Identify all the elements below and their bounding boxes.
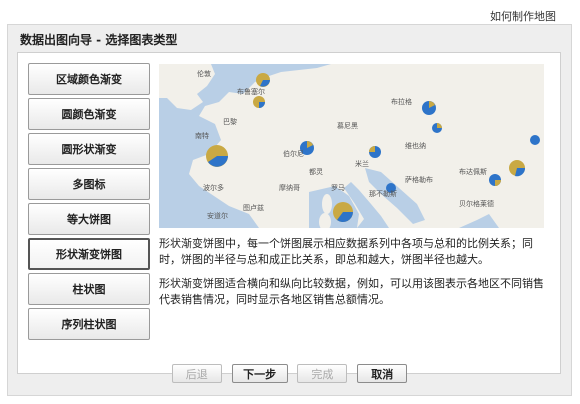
cancel-button[interactable]: 取消: [357, 364, 408, 383]
chart-type-area-color-gradient[interactable]: 区域颜色渐变: [28, 63, 150, 95]
map-label-brussels: 布鲁塞尔: [237, 87, 265, 96]
map-label-naples: 那不勒斯: [369, 189, 397, 198]
pie-london: [256, 73, 270, 87]
map-label-toulouse: 图卢兹: [243, 203, 264, 212]
map-label-rome: 罗马: [331, 184, 345, 192]
pie-vienna: [432, 123, 442, 133]
map-label-munich: 慕尼黑: [337, 121, 358, 130]
pie-brussels: [253, 96, 265, 108]
map-label-monaco: 摩纳哥: [279, 183, 300, 192]
chart-type-sequence-bar[interactable]: 序列柱状图: [28, 308, 150, 340]
chart-type-shape-gradient-pie[interactable]: 形状渐变饼图: [28, 238, 150, 270]
chart-type-multi-icon[interactable]: 多图标: [28, 168, 150, 200]
map-label-belgrade: 贝尔格莱德: [459, 199, 494, 208]
map-label-budapest: 布达佩斯: [459, 167, 487, 176]
pie-paris: [206, 145, 228, 167]
description-paragraph-2: 形状渐变饼图适合横向和纵向比较数据，例如，可以用该图表示各地区不同销售代表销售情…: [159, 277, 544, 306]
europe-map-preview: 伦敦 布鲁塞尔 巴黎 南特 波尔多 图卢兹 布拉格 维也纳 慕尼黑 伯尔尼 米兰…: [159, 64, 544, 228]
land-corsica: [322, 194, 332, 214]
dialog-title: 数据出图向导 - 选择图表类型: [20, 33, 178, 47]
chart-preview-map: 伦敦 布鲁塞尔 巴黎 南特 波尔多 图卢兹 布拉格 维也纳 慕尼黑 伯尔尼 米兰…: [159, 64, 544, 228]
map-label-turin: 都灵: [309, 168, 323, 176]
chart-type-description: 形状渐变饼图中，每一个饼图展示相应数据系列中各项与总和的比例关系；同时，饼图的半…: [159, 236, 549, 316]
chart-wizard-dialog: 数据出图向导 - 选择图表类型 区域颜色渐变 圆颜色渐变 圆形状渐变 多图标 等…: [7, 24, 572, 396]
pie-bucharest: [530, 135, 540, 145]
chart-type-equal-pie[interactable]: 等大饼图: [28, 203, 150, 235]
map-label-prague: 布拉格: [391, 97, 412, 106]
description-paragraph-1: 形状渐变饼图中，每一个饼图展示相应数据系列中各项与总和的比例关系；同时，饼图的半…: [159, 237, 533, 266]
map-label-nantes: 南特: [195, 131, 209, 140]
pie-munich: [369, 146, 381, 158]
chart-type-list: 区域颜色渐变 圆颜色渐变 圆形状渐变 多图标 等大饼图 形状渐变饼图 柱状图 序…: [28, 63, 152, 343]
next-button[interactable]: 下一步: [231, 364, 288, 383]
pie-prague: [422, 101, 436, 115]
chart-type-circle-color-gradient[interactable]: 圆颜色渐变: [28, 98, 150, 130]
wizard-nav-bar: 后退 下一步 完成 取消: [8, 364, 571, 383]
how-to-make-map-link[interactable]: 如何制作地图: [490, 8, 556, 24]
map-label-andorra: 安道尔: [207, 211, 228, 220]
finish-button[interactable]: 完成: [297, 364, 348, 383]
chart-type-circle-shape-gradient[interactable]: 圆形状渐变: [28, 133, 150, 165]
pie-rome: [333, 202, 353, 222]
wizard-content-panel: 区域颜色渐变 圆颜色渐变 圆形状渐变 多图标 等大饼图 形状渐变饼图 柱状图 序…: [17, 52, 561, 374]
map-label-bern: 伯尔尼: [283, 149, 304, 158]
map-label-zagreb: 萨格勒布: [405, 175, 433, 184]
map-label-vienna: 维也纳: [405, 141, 426, 150]
map-label-bordeaux: 波尔多: [203, 183, 224, 192]
back-button[interactable]: 后退: [171, 364, 222, 383]
map-label-paris: 巴黎: [223, 117, 237, 126]
map-label-london: 伦敦: [197, 69, 211, 78]
pie-budapest: [489, 174, 501, 186]
chart-type-bar[interactable]: 柱状图: [28, 273, 150, 305]
map-label-milan: 米兰: [355, 159, 369, 168]
